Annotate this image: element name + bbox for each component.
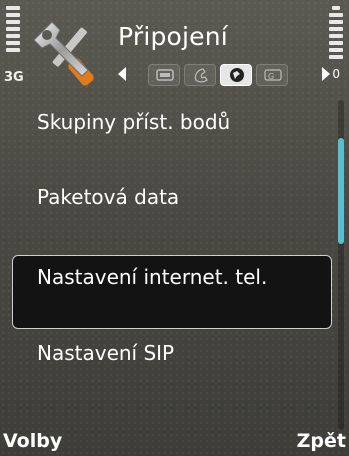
battery-icon (329, 6, 343, 62)
tab-strip: G 0 (118, 61, 340, 89)
globe-icon (230, 68, 244, 82)
scrollbar-thumb[interactable] (338, 138, 344, 244)
list-item-selected[interactable]: Nastavení internet. tel. (12, 255, 332, 329)
list-item[interactable]: Nastavení SIP (0, 337, 340, 397)
tab-settings[interactable] (148, 64, 180, 86)
page-title: Připojení (118, 22, 228, 51)
scrollbar[interactable] (338, 100, 344, 430)
phone-icon (194, 68, 208, 83)
status-bar: 3G Připojení G 0 (0, 0, 349, 96)
list-item-label: Nastavení SIP (37, 341, 175, 365)
tab-left-arrow-icon[interactable] (118, 67, 126, 81)
tab-gprs[interactable]: G (256, 64, 288, 86)
list-item-label: Paketová data (37, 185, 180, 209)
tab-right-arrow-icon[interactable] (322, 67, 330, 81)
list-item[interactable]: Paketová data (0, 174, 340, 234)
signal-strength-icon (6, 6, 20, 55)
options-softkey[interactable]: Volby (3, 430, 62, 452)
back-softkey[interactable]: Zpět (297, 430, 346, 452)
wrench-screwdriver-icon (30, 14, 110, 94)
svg-text:G: G (268, 72, 274, 81)
tab-pager: 0 (332, 67, 340, 81)
gprs-icon: G (264, 69, 282, 81)
list-item-label: Nastavení internet. tel. (37, 265, 268, 289)
list-item[interactable]: Skupiny příst. bodů (0, 100, 340, 160)
tab-phone[interactable] (184, 64, 216, 86)
tab-globe[interactable] (220, 64, 252, 86)
network-type-label: 3G (4, 70, 24, 85)
settings-icon (156, 69, 174, 81)
list-item-label: Skupiny příst. bodů (37, 110, 231, 134)
